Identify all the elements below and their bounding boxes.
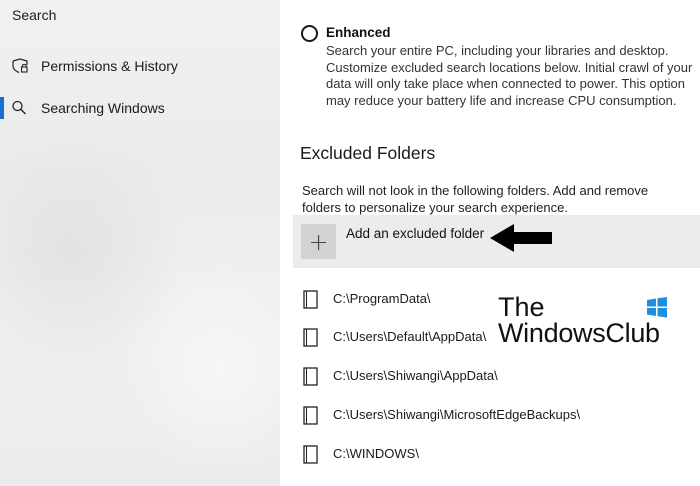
- folder-icon: [303, 290, 319, 310]
- folder-icon: [303, 445, 319, 465]
- enhanced-option-title: Enhanced: [326, 25, 391, 40]
- excluded-folder-path: C:\Users\Shiwangi\AppData\: [333, 368, 498, 383]
- excluded-folder-path: C:\Users\Default\AppData\: [333, 329, 487, 344]
- sidebar-item-label: Permissions & History: [41, 58, 178, 74]
- add-icon-tile: +: [301, 224, 336, 259]
- excluded-folder-path: C:\Users\Shiwangi\MicrosoftEdgeBackups\: [333, 407, 581, 422]
- sidebar-title: Search: [12, 7, 57, 23]
- excluded-folder-item[interactable]: C:\Users\Shiwangi\MicrosoftEdgeBackups\: [301, 403, 681, 429]
- enhanced-option-description: Search your entire PC, including your li…: [326, 43, 693, 108]
- plus-icon: +: [308, 227, 329, 256]
- search-icon: [11, 100, 29, 116]
- excluded-folder-item[interactable]: C:\WINDOWS\: [301, 442, 681, 468]
- left-arrow-icon: [490, 224, 552, 252]
- watermark-line2: WindowsClub: [498, 318, 660, 348]
- excluded-folder-item[interactable]: C:\Users\Shiwangi\AppData\: [301, 364, 681, 390]
- sidebar-item-permissions-history[interactable]: Permissions & History: [0, 49, 280, 83]
- sidebar: Search Permissions & History Searching W…: [0, 0, 280, 486]
- selection-indicator: [0, 97, 4, 119]
- excluded-folder-path: C:\ProgramData\: [333, 291, 431, 306]
- excluded-folders-description: Search will not look in the following fo…: [302, 183, 649, 215]
- excluded-folders-heading: Excluded Folders: [300, 143, 436, 163]
- folder-icon: [303, 367, 319, 387]
- watermark: The WindowsClub: [498, 292, 678, 352]
- shield-lock-icon: [11, 58, 29, 74]
- add-excluded-folder-label: Add an excluded folder: [346, 226, 485, 241]
- folder-icon: [303, 406, 319, 426]
- enhanced-radio-button[interactable]: [301, 25, 318, 42]
- windows-logo-icon: [647, 297, 667, 318]
- add-excluded-folder-button[interactable]: + Add an excluded folder: [293, 215, 700, 268]
- sidebar-item-label: Searching Windows: [41, 100, 165, 116]
- excluded-folder-path: C:\WINDOWS\: [333, 446, 419, 461]
- folder-icon: [303, 328, 319, 348]
- sidebar-item-searching-windows[interactable]: Searching Windows: [0, 91, 280, 125]
- main-content: Enhanced Search your entire PC, includin…: [280, 0, 700, 486]
